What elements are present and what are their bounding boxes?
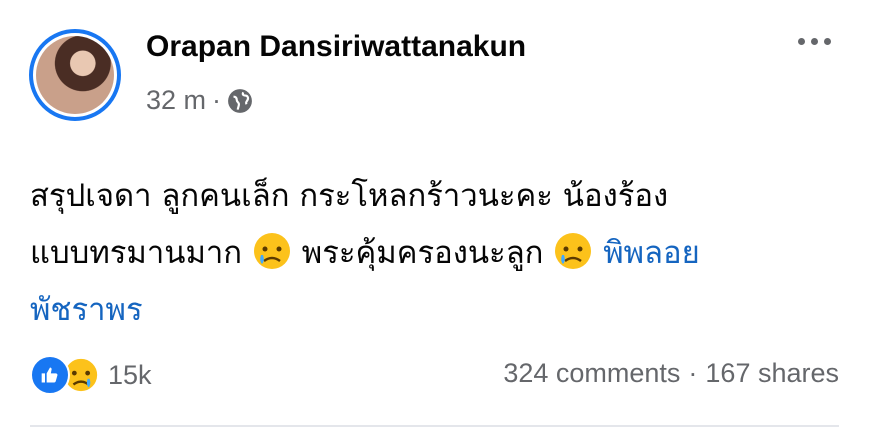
divider (30, 425, 839, 427)
dot-icon (798, 38, 805, 45)
author-name[interactable]: Orapan Dansiriwattanakun (146, 30, 526, 64)
sad-emoji-icon (253, 233, 290, 269)
post-text-part: แบบทรมานมาก (30, 235, 243, 271)
avatar-ring[interactable] (29, 29, 121, 121)
globe-icon (228, 88, 252, 113)
tagged-person-link[interactable]: พิพลอย (603, 235, 700, 271)
reaction-summary[interactable]: 15k (30, 355, 152, 395)
tagged-person-link[interactable]: พัชราพร (30, 292, 143, 328)
meta-separator: · (212, 85, 222, 115)
stats-separator: · (688, 358, 698, 388)
post-time[interactable]: 32 m (146, 85, 206, 116)
shares-count-link[interactable]: 167 shares (705, 358, 839, 389)
like-reaction-icon (30, 355, 70, 395)
post-line-3: พัชราพร (30, 282, 850, 339)
post-line-2: แบบทรมานมาก พระคุ้มครองนะลูก พิพลอย (30, 225, 850, 282)
reaction-count: 15k (108, 359, 152, 390)
post-stats: 324 comments · 167 shares (503, 358, 839, 389)
sad-emoji-icon (555, 233, 592, 269)
more-options-button[interactable] (798, 38, 831, 45)
post-meta: 32 m · (146, 85, 253, 116)
dot-icon (824, 38, 831, 45)
comments-count-link[interactable]: 324 comments (503, 358, 680, 389)
post-line-1: สรุปเจดา ลูกคนเล็ก กระโหลกร้าวนะคะ น้องร… (30, 178, 669, 214)
thumbs-up-icon (41, 367, 58, 383)
avatar[interactable] (36, 36, 114, 114)
post-text-part: พระคุ้มครองนะลูก (301, 235, 544, 271)
dot-icon (811, 38, 818, 45)
post-text: สรุปเจดา ลูกคนเล็ก กระโหลกร้าวนะคะ น้องร… (30, 168, 850, 339)
